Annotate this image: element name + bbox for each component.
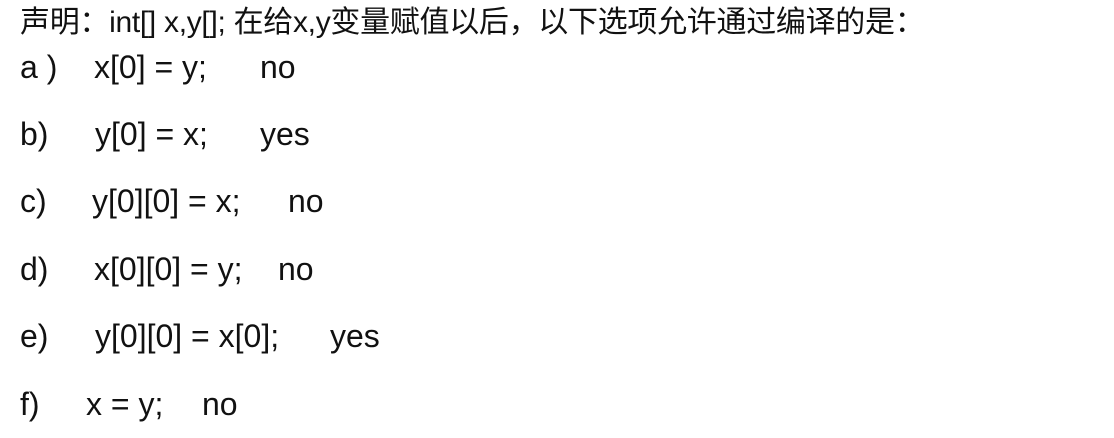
option-letter: b) <box>20 116 49 152</box>
option-letter: c) <box>20 183 47 219</box>
option-answer: no <box>278 251 314 287</box>
option-expression: y[0] = x; <box>95 116 208 152</box>
option-expression: y[0][0] = x[0]; <box>95 318 280 354</box>
option-expression: x[0][0] = y; <box>94 251 243 287</box>
option-answer: no <box>260 49 296 85</box>
option-answer: no <box>202 386 238 422</box>
option-letter: e) <box>20 318 49 354</box>
slide: 声明：int[] x,y[]; 在给x,y变量赋值以后，以下选项允许通过编译的是… <box>0 0 1114 438</box>
option-answer: no <box>288 183 324 219</box>
option-letter: d) <box>20 251 49 287</box>
option-letter: a ) <box>20 49 58 85</box>
option-expression: y[0][0] = x; <box>92 183 241 219</box>
option-expression: x = y; <box>86 386 164 422</box>
question-text: 声明：int[] x,y[]; 在给x,y变量赋值以后，以下选项允许通过编译的是… <box>20 6 925 39</box>
option-expression: x[0] = y; <box>94 49 207 85</box>
option-answer: yes <box>330 318 380 354</box>
option-answer: yes <box>260 116 310 152</box>
option-letter: f) <box>20 386 40 422</box>
